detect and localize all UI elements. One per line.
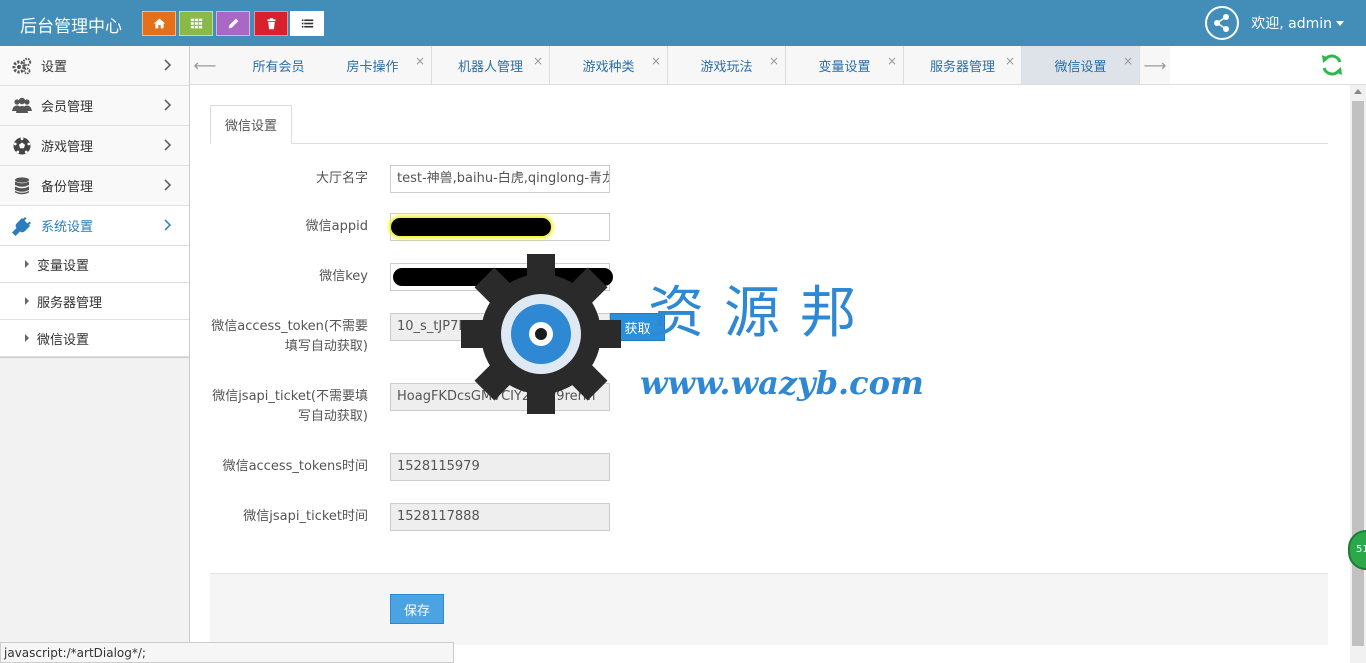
tab-game-modes[interactable]: 游戏玩法 × bbox=[668, 46, 786, 84]
field-label: 微信access_token(不需要填写自动获取) bbox=[211, 319, 368, 354]
tab-label: 服务器管理 bbox=[929, 59, 995, 75]
grid-icon bbox=[190, 18, 202, 29]
ticket-time-input[interactable]: 1528117888 bbox=[390, 503, 610, 531]
edit-button[interactable] bbox=[216, 11, 250, 36]
tab-room-card[interactable]: 房卡操作 × bbox=[314, 46, 432, 84]
scroll-up-icon[interactable] bbox=[1354, 89, 1362, 94]
user-greeting[interactable]: 欢迎, admin bbox=[1251, 13, 1332, 33]
sidebar-item-backup[interactable]: 备份管理 bbox=[0, 166, 189, 206]
watermark-title: 资源邦 bbox=[648, 281, 876, 346]
close-icon[interactable]: × bbox=[769, 54, 779, 68]
field-label: 微信jsapi_ticket(不需要填写自动获取) bbox=[212, 389, 368, 424]
divider bbox=[210, 143, 1328, 144]
arrow-left-icon: ⟵ bbox=[193, 55, 217, 75]
close-icon[interactable]: × bbox=[651, 54, 661, 68]
tab-label: 机器人管理 bbox=[457, 59, 523, 75]
chevron-right-icon bbox=[164, 179, 172, 191]
field-label: 微信appid bbox=[305, 219, 368, 234]
tab-variables[interactable]: 变量设置 × bbox=[786, 46, 904, 84]
sidebar-item-members[interactable]: 会员管理 bbox=[0, 86, 189, 126]
close-icon[interactable]: × bbox=[887, 54, 897, 68]
sidebar-item-system[interactable]: 系统设置 bbox=[0, 206, 189, 246]
user-avatar[interactable] bbox=[1205, 6, 1240, 40]
chevron-right-icon bbox=[164, 99, 172, 111]
chevron-right-icon bbox=[164, 219, 172, 231]
sidebar-item-label: 会员管理 bbox=[41, 100, 94, 115]
redaction-mark bbox=[391, 218, 551, 236]
close-icon[interactable]: × bbox=[533, 54, 543, 68]
caret-right-icon bbox=[25, 260, 29, 268]
caret-down-icon[interactable] bbox=[1336, 20, 1344, 26]
tab-label: 微信设置 bbox=[1054, 59, 1107, 75]
tab-servers[interactable]: 服务器管理 × bbox=[904, 46, 1022, 84]
top-bar: 后台管理中心 欢迎, admin bbox=[0, 0, 1366, 46]
submenu: 变量设置 服务器管理 微信设置 bbox=[0, 246, 189, 358]
caret-right-icon bbox=[25, 297, 29, 305]
pencil-icon bbox=[228, 18, 238, 29]
submenu-item-label: 变量设置 bbox=[37, 258, 90, 274]
close-icon[interactable]: × bbox=[1005, 54, 1015, 68]
save-button[interactable]: 保存 bbox=[390, 594, 444, 624]
chevron-right-icon bbox=[164, 59, 172, 71]
close-icon[interactable]: × bbox=[415, 54, 425, 68]
sidebar-item-label: 设置 bbox=[41, 60, 68, 75]
field-label: 微信jsapi_ticket时间 bbox=[243, 509, 368, 524]
tab-label: 游戏玩法 bbox=[700, 59, 753, 75]
home-icon bbox=[153, 18, 165, 29]
gears-icon bbox=[12, 56, 32, 76]
list-icon bbox=[301, 19, 313, 28]
share-nodes-icon bbox=[1214, 14, 1230, 32]
sidebar-item-games[interactable]: 游戏管理 bbox=[0, 126, 189, 166]
users-icon bbox=[12, 96, 32, 116]
home-button[interactable] bbox=[142, 11, 176, 36]
tab-label: 房卡操作 bbox=[346, 59, 399, 75]
delete-button[interactable] bbox=[254, 11, 288, 36]
vertical-scrollbar[interactable] bbox=[1350, 85, 1366, 663]
sidebar-item-label: 备份管理 bbox=[41, 180, 94, 195]
field-label: 微信access_tokens时间 bbox=[222, 459, 368, 474]
token-time-input[interactable]: 1528115979 bbox=[390, 453, 610, 481]
sidebar-item-label: 系统设置 bbox=[41, 220, 94, 235]
tab-label: 游戏种类 bbox=[582, 59, 635, 75]
submenu-item-label: 微信设置 bbox=[37, 332, 90, 348]
submenu-item-variables[interactable]: 变量设置 bbox=[0, 246, 189, 283]
tab-scroll-right-button[interactable]: ⟶ bbox=[1140, 46, 1170, 84]
grid-button[interactable] bbox=[179, 11, 213, 36]
list-button[interactable] bbox=[290, 11, 324, 36]
field-label: 大厅名字 bbox=[315, 171, 368, 186]
refresh-icon[interactable] bbox=[1320, 53, 1344, 77]
caret-right-icon bbox=[25, 334, 29, 342]
sidebar: 设置 会员管理 游戏管理 备份管理 系统设置 变量设置 服务器管理 微信设置 bbox=[0, 46, 190, 663]
tab-label: 变量设置 bbox=[818, 59, 871, 75]
user-menu[interactable]: 欢迎, admin bbox=[1205, 0, 1366, 46]
close-icon[interactable]: × bbox=[1123, 54, 1133, 68]
submenu-item-wechat[interactable]: 微信设置 bbox=[0, 320, 189, 357]
tab-scroll-left-button[interactable]: ⟵ bbox=[190, 46, 220, 84]
sidebar-item-settings[interactable]: 设置 bbox=[0, 46, 189, 86]
brand-title[interactable]: 后台管理中心 bbox=[20, 12, 122, 37]
plug-icon bbox=[12, 216, 32, 236]
panel-tab-wechat[interactable]: 微信设置 bbox=[210, 105, 292, 144]
form-actions: 保存 bbox=[210, 573, 1328, 645]
arrow-right-icon: ⟶ bbox=[1143, 55, 1167, 75]
watermark-gear-icon bbox=[461, 254, 621, 414]
database-icon bbox=[12, 176, 32, 196]
tab-robots[interactable]: 机器人管理 × bbox=[432, 46, 550, 84]
soccer-ball-icon bbox=[12, 136, 32, 156]
field-label: 微信key bbox=[319, 269, 368, 284]
tab-game-types[interactable]: 游戏种类 × bbox=[550, 46, 668, 84]
watermark-url: www.wazyb.com bbox=[640, 364, 924, 402]
hall-name-input[interactable]: test-神兽,baihu-白虎,qinglong-青龙 bbox=[390, 165, 610, 193]
chevron-right-icon bbox=[164, 139, 172, 151]
submenu-item-label: 服务器管理 bbox=[37, 295, 103, 311]
sidebar-item-label: 游戏管理 bbox=[41, 140, 94, 155]
tab-wechat-settings[interactable]: 微信设置 × bbox=[1022, 46, 1140, 84]
submenu-item-servers[interactable]: 服务器管理 bbox=[0, 283, 189, 320]
browser-status-bar: javascript:/*artDialog*/; bbox=[0, 642, 454, 663]
trash-icon bbox=[266, 18, 276, 30]
tab-label: 所有会员 bbox=[252, 59, 305, 75]
tab-bar: ⟵ 所有会员 × 房卡操作 × 机器人管理 × 游戏种类 × 游戏玩法 × 变量设置 × 服… bbox=[190, 46, 1366, 85]
